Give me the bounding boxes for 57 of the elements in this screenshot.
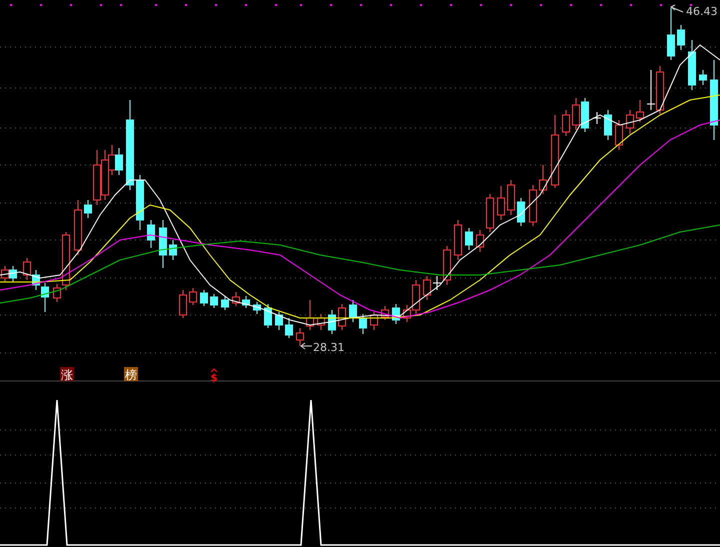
candlestick bbox=[646, 70, 656, 110]
candlestick bbox=[210, 294, 218, 308]
high-price-label: 46.43 bbox=[686, 5, 718, 18]
candlestick bbox=[539, 164, 547, 194]
candlestick bbox=[253, 302, 261, 314]
candlestick bbox=[615, 120, 623, 150]
candlestick bbox=[529, 184, 537, 226]
candlestick bbox=[667, 8, 675, 60]
low-price-label: 28.31 bbox=[313, 341, 344, 354]
candlestick bbox=[328, 310, 336, 334]
candlestick bbox=[317, 314, 325, 330]
candlestick bbox=[242, 296, 250, 308]
arrow-icon bbox=[670, 4, 684, 12]
signal-badge: 榜 bbox=[124, 367, 138, 382]
candlestick bbox=[432, 276, 442, 290]
candlestick bbox=[221, 296, 229, 310]
candlestick bbox=[285, 318, 293, 338]
candlestick bbox=[465, 228, 473, 250]
candlestick bbox=[592, 112, 602, 124]
candlestick bbox=[189, 288, 197, 306]
arrow-icon bbox=[300, 342, 312, 350]
candlestick bbox=[626, 110, 634, 134]
candlestick bbox=[147, 220, 155, 248]
candlestick bbox=[677, 24, 685, 50]
candlestick bbox=[159, 220, 167, 268]
candlestick bbox=[486, 194, 494, 232]
candlestick bbox=[359, 314, 367, 334]
candlestick bbox=[507, 180, 515, 216]
signal-badge: 涨 bbox=[60, 367, 74, 382]
candlestick bbox=[232, 292, 240, 306]
candlestick bbox=[264, 304, 272, 328]
candlestick bbox=[636, 100, 644, 122]
up-caret-icon bbox=[210, 368, 218, 372]
candlestick bbox=[699, 70, 707, 86]
candlestick bbox=[349, 300, 357, 322]
candlestick bbox=[476, 230, 484, 252]
candlestick bbox=[370, 312, 378, 330]
candlestick bbox=[497, 186, 505, 220]
candlestick bbox=[562, 110, 570, 136]
candlestick bbox=[275, 312, 283, 330]
candlestick bbox=[604, 110, 612, 140]
candlestick bbox=[296, 328, 304, 346]
candlestick bbox=[423, 276, 431, 300]
signal-mark: $ bbox=[210, 373, 218, 384]
candlestick bbox=[338, 304, 346, 330]
candlestick bbox=[517, 198, 525, 226]
candlestick bbox=[200, 290, 208, 306]
candlestick bbox=[169, 240, 177, 260]
candlestick bbox=[392, 304, 400, 324]
candlestick bbox=[179, 290, 187, 318]
candlestick bbox=[381, 306, 389, 320]
candlestick bbox=[136, 174, 144, 230]
candlestick bbox=[688, 40, 696, 90]
candlestick bbox=[74, 200, 82, 256]
candlestick bbox=[306, 300, 314, 330]
candlestick bbox=[443, 246, 451, 286]
candlestick bbox=[454, 220, 462, 260]
